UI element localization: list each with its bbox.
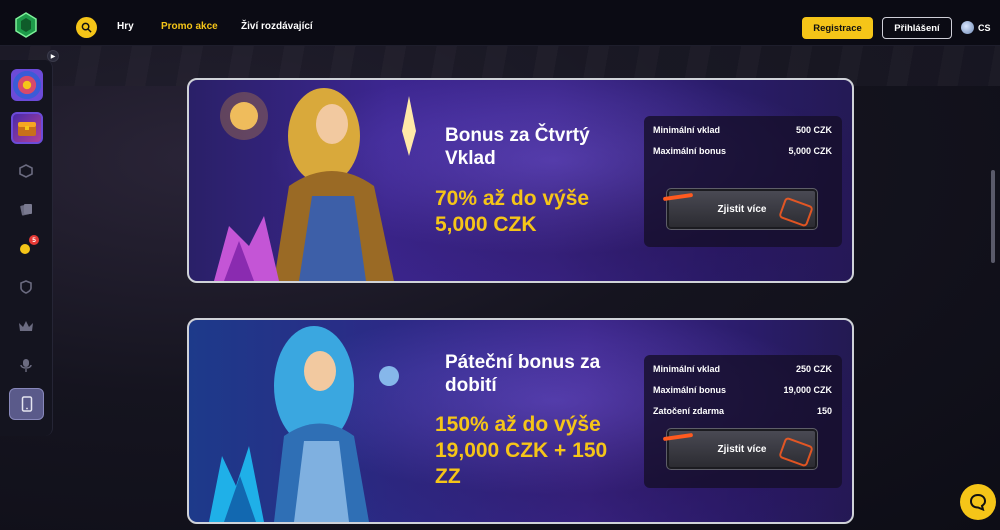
info-value: 19,000 CZK — [783, 385, 832, 395]
blue-elf-hero-illustration — [209, 326, 399, 522]
nav-zivi-rozdavajici[interactable]: Živí rozdávající — [241, 21, 313, 32]
search-button[interactable] — [76, 17, 97, 38]
crown-icon[interactable] — [17, 317, 35, 335]
info-row: Maximální bonus 5,000 CZK — [653, 146, 832, 156]
info-label: Minimální vklad — [653, 125, 721, 135]
info-label: Maximální bonus — [653, 385, 727, 395]
top-header: Hry Promo akce Živí rozdávající Registra… — [0, 0, 1000, 46]
emerald-logo-icon[interactable] — [14, 12, 38, 38]
info-row: Minimální vklad 500 CZK — [653, 125, 832, 135]
language-code: CS — [978, 22, 991, 33]
language-selector[interactable]: CS — [961, 21, 991, 34]
chat-bubble-icon — [969, 493, 987, 511]
shield-icon[interactable] — [17, 278, 35, 296]
login-button[interactable]: Přihlášení — [882, 17, 952, 39]
info-value: 150 — [816, 406, 832, 416]
promo-info-panel: Minimální vklad 250 CZK Maximální bonus … — [644, 355, 842, 488]
elf-hero-illustration — [214, 88, 416, 281]
info-value: 500 CZK — [795, 125, 832, 135]
learn-more-button[interactable]: Zjistit více — [666, 428, 818, 470]
nav-promo-akce[interactable]: Promo akce — [161, 21, 218, 32]
promo-info-panel: Minimální vklad 500 CZK Maximální bonus … — [644, 116, 842, 247]
cards-icon[interactable] — [17, 200, 35, 218]
info-label: Maximální bonus — [653, 146, 727, 156]
promo-amount-line: 70% až do výše — [435, 187, 590, 210]
sidebar: 5 — [0, 60, 53, 436]
info-label: Zatočení zdarma — [653, 406, 725, 416]
sidebar-item-mobile[interactable] — [9, 388, 44, 420]
learn-more-button[interactable]: Zjistit více — [666, 188, 818, 230]
sidebar-collapse-button[interactable]: ▶ — [47, 50, 59, 62]
register-button[interactable]: Registrace — [802, 17, 873, 39]
globe-icon — [961, 21, 974, 34]
info-value: 250 CZK — [795, 364, 832, 374]
play-triangle-icon: ▶ — [50, 53, 56, 60]
microphone-icon[interactable] — [17, 356, 35, 374]
info-row: Maximální bonus 19,000 CZK — [653, 385, 832, 395]
info-label: Minimální vklad — [653, 364, 721, 374]
search-icon — [81, 22, 92, 33]
live-chat-button[interactable] — [960, 484, 996, 520]
dice-icon[interactable] — [17, 162, 35, 180]
promo-title-line: Páteční bonus za — [445, 352, 601, 373]
sidebar-wheel-thumbnail[interactable] — [11, 69, 43, 101]
promo-title-line: dobití — [445, 375, 497, 396]
promo-title-line: Vklad — [445, 148, 496, 169]
nav-hry[interactable]: Hry — [117, 21, 134, 32]
promo-card-friday-reload: Páteční bonus za dobití 150% až do výše … — [187, 318, 854, 524]
coins-badge: 5 — [29, 235, 39, 245]
info-row: Zatočení zdarma 150 — [653, 406, 832, 416]
coins-icon[interactable]: 5 — [17, 235, 39, 257]
promo-amount-line: 5,000 CZK — [435, 213, 537, 236]
promo-title-line: Bonus za Čtvrtý — [445, 125, 590, 146]
info-row: Minimální vklad 250 CZK — [653, 364, 832, 374]
mobile-icon — [21, 396, 32, 412]
promo-amount-line: ZZ — [435, 465, 461, 488]
page-scrollbar[interactable] — [991, 170, 995, 263]
promo-amount-line: 150% až do výše — [435, 413, 601, 436]
promo-amount-line: 19,000 CZK + 150 — [435, 439, 608, 462]
sidebar-treasure-thumbnail[interactable] — [11, 112, 43, 144]
promo-card-fourth-deposit: Bonus za Čtvrtý Vklad 70% až do výše 5,0… — [187, 78, 854, 283]
info-value: 5,000 CZK — [788, 146, 832, 156]
treasure-chest-icon — [18, 122, 36, 136]
